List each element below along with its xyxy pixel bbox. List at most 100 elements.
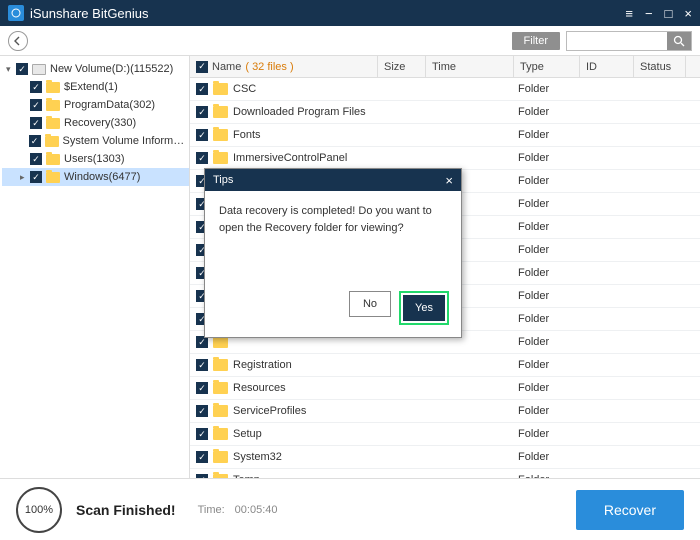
tree-item[interactable]: Users(1303) — [2, 150, 189, 168]
folder-tree[interactable]: ▾ New Volume(D:)(115522) $Extend(1) Prog… — [0, 56, 190, 478]
close-icon[interactable]: × — [684, 6, 692, 21]
file-type: Folder — [514, 83, 580, 95]
progress-percent: 100% — [25, 504, 53, 516]
folder-icon — [46, 154, 60, 165]
tree-item[interactable]: System Volume Information(8) — [2, 132, 189, 150]
file-name: Setup — [233, 428, 262, 440]
file-type: Folder — [514, 336, 580, 348]
list-row[interactable]: CSC Folder — [190, 78, 700, 101]
list-row[interactable]: Registration Folder — [190, 354, 700, 377]
file-type: Folder — [514, 313, 580, 325]
row-checkbox[interactable] — [196, 428, 208, 440]
tree-item[interactable]: ProgramData(302) — [2, 96, 189, 114]
checkbox[interactable] — [29, 135, 41, 147]
col-status[interactable]: Status — [634, 56, 686, 77]
file-type: Folder — [514, 198, 580, 210]
col-name-label: Name — [212, 61, 241, 73]
row-checkbox[interactable] — [196, 83, 208, 95]
file-name: Registration — [233, 359, 292, 371]
recover-button[interactable]: Recover — [576, 490, 684, 530]
back-button[interactable] — [8, 31, 28, 51]
row-checkbox[interactable] — [196, 152, 208, 164]
list-row[interactable]: Downloaded Program Files Folder — [190, 101, 700, 124]
file-name: Temp — [233, 474, 260, 478]
no-button[interactable]: No — [349, 291, 391, 317]
toolbar: Filter — [0, 26, 700, 56]
folder-icon — [213, 405, 228, 417]
title-bar: iSunshare BitGenius ≡ − □ × — [0, 0, 700, 26]
collapse-icon[interactable]: ▾ — [6, 64, 16, 75]
file-name: Downloaded Program Files — [233, 106, 366, 118]
menu-icon[interactable]: ≡ — [625, 6, 633, 21]
checkbox[interactable] — [30, 117, 42, 129]
folder-icon — [46, 172, 60, 183]
list-row[interactable]: Setup Folder — [190, 423, 700, 446]
row-checkbox[interactable] — [196, 474, 208, 478]
checkbox[interactable] — [16, 63, 28, 75]
folder-icon — [46, 118, 60, 129]
list-row[interactable]: Temp Folder — [190, 469, 700, 478]
file-type: Folder — [514, 221, 580, 233]
checkbox[interactable] — [30, 99, 42, 111]
tree-label: New Volume(D:)(115522) — [50, 63, 173, 75]
app-title: iSunshare BitGenius — [30, 6, 625, 21]
list-row[interactable]: ServiceProfiles Folder — [190, 400, 700, 423]
file-type: Folder — [514, 267, 580, 279]
file-type: Folder — [514, 451, 580, 463]
list-row[interactable]: ImmersiveControlPanel Folder — [190, 147, 700, 170]
list-row[interactable]: System32 Folder — [190, 446, 700, 469]
file-name: Fonts — [233, 129, 261, 141]
row-checkbox[interactable] — [196, 382, 208, 394]
tree-label: Windows(6477) — [64, 171, 140, 183]
col-id[interactable]: ID — [580, 56, 634, 77]
search-button[interactable] — [667, 32, 691, 50]
row-checkbox[interactable] — [196, 106, 208, 118]
row-checkbox[interactable] — [196, 451, 208, 463]
col-size[interactable]: Size — [378, 56, 426, 77]
time-label: Time: — [198, 504, 225, 516]
file-name: Resources — [233, 382, 286, 394]
minimize-icon[interactable]: − — [645, 6, 653, 21]
drive-icon — [32, 64, 46, 75]
checkbox[interactable] — [30, 81, 42, 93]
app-logo-icon — [8, 5, 24, 21]
filter-button[interactable]: Filter — [512, 32, 560, 50]
checkbox[interactable] — [30, 171, 42, 183]
maximize-icon[interactable]: □ — [665, 6, 673, 21]
progress-ring: 100% — [16, 487, 62, 533]
list-row[interactable]: Fonts Folder — [190, 124, 700, 147]
tree-root[interactable]: ▾ New Volume(D:)(115522) — [2, 60, 189, 78]
yes-button[interactable]: Yes — [403, 295, 445, 321]
folder-icon — [213, 106, 228, 118]
checkbox[interactable] — [30, 153, 42, 165]
yes-button-highlight: Yes — [399, 291, 449, 325]
dialog-message: Data recovery is completed! Do you want … — [205, 191, 461, 281]
file-count: ( 32 files ) — [245, 61, 293, 73]
folder-icon — [213, 129, 228, 141]
tree-label: $Extend(1) — [64, 81, 118, 93]
folder-icon — [45, 136, 59, 147]
file-type: Folder — [514, 290, 580, 302]
search-input[interactable] — [567, 32, 667, 50]
row-checkbox[interactable] — [196, 359, 208, 371]
expand-icon[interactable]: ▸ — [20, 172, 30, 183]
tree-label: System Volume Information(8) — [63, 135, 189, 147]
folder-icon — [46, 82, 60, 93]
col-name[interactable]: Name ( 32 files ) — [190, 56, 378, 77]
file-type: Folder — [514, 129, 580, 141]
tree-item[interactable]: ▸ Windows(6477) — [2, 168, 189, 186]
tree-label: ProgramData(302) — [64, 99, 155, 111]
row-checkbox[interactable] — [196, 129, 208, 141]
list-row[interactable]: Resources Folder — [190, 377, 700, 400]
file-type: Folder — [514, 152, 580, 164]
folder-icon — [213, 474, 228, 478]
select-all-checkbox[interactable] — [196, 61, 208, 73]
col-time[interactable]: Time — [426, 56, 514, 77]
tree-item[interactable]: $Extend(1) — [2, 78, 189, 96]
col-type[interactable]: Type — [514, 56, 580, 77]
folder-icon — [213, 382, 228, 394]
tree-item[interactable]: Recovery(330) — [2, 114, 189, 132]
file-type: Folder — [514, 359, 580, 371]
dialog-close-icon[interactable]: × — [445, 173, 453, 188]
row-checkbox[interactable] — [196, 405, 208, 417]
